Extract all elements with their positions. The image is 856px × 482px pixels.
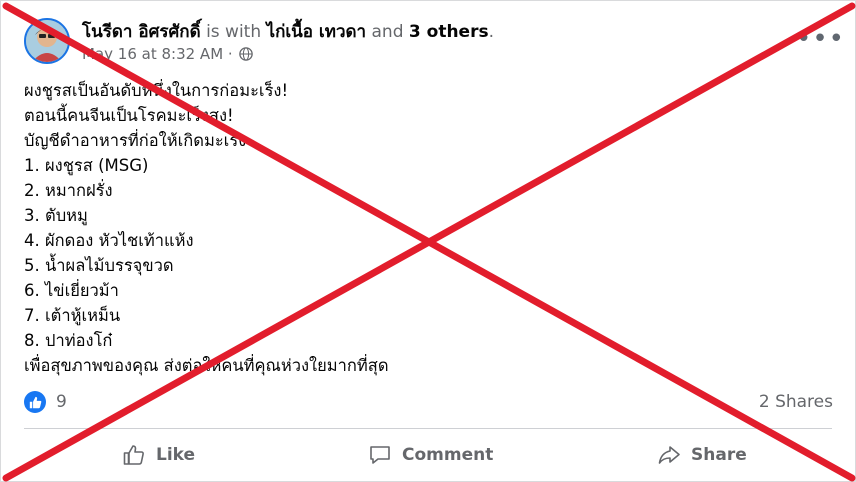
like-button[interactable]: Like <box>122 440 195 470</box>
post-meta: May 16 at 8:32 AM · <box>82 45 253 63</box>
share-icon <box>658 446 680 464</box>
others-link[interactable]: 3 others <box>409 22 489 42</box>
like-reaction-icon[interactable] <box>24 391 46 413</box>
post-line: 3. ตับหมู <box>24 206 88 225</box>
author-name-link[interactable]: โนรีดา อิศรศักดิ์ <box>82 22 201 42</box>
comment-icon <box>370 446 390 464</box>
post-header: โนรีดา อิศรศักดิ์ is with ไก่เนื้อ เทวดา… <box>82 18 494 45</box>
and-label: and <box>371 22 404 42</box>
more-options-icon[interactable]: ••• <box>796 26 845 52</box>
post-line: 6. ไข่เยี่ยวม้า <box>24 281 119 300</box>
like-label: Like <box>156 445 196 465</box>
comment-label: Comment <box>402 445 494 465</box>
shares-count[interactable]: 2 Shares <box>759 392 833 412</box>
divider <box>24 428 832 429</box>
post-line: 8. ปาท่องโก๋ <box>24 331 113 350</box>
tagged-person-link[interactable]: ไก่เนื้อ เทวดา <box>267 22 367 42</box>
timestamp-link[interactable]: May 16 at 8:32 AM · <box>82 45 233 63</box>
post-body: ผงชูรสเป็นอันดับหนึ่งในการก่อมะเร็ง! ตอน… <box>24 78 824 378</box>
globe-icon[interactable] <box>238 47 253 61</box>
post-line: ตอนนี้คนจีนเป็นโรคมะเร็งสูง! <box>24 106 234 125</box>
post-line: 4. ผักดอง หัวไชเท้าแห้ง <box>24 231 194 250</box>
reaction-count[interactable]: 9 <box>56 392 67 412</box>
thumbs-up-icon <box>29 396 41 408</box>
post-line: 2. หมากฝรั่ง <box>24 181 113 200</box>
post-line: 7. เต้าหู้เหม็น <box>24 306 121 325</box>
post-line: ผงชูรสเป็นอันดับหนึ่งในการก่อมะเร็ง! <box>24 81 289 100</box>
thumbs-up-icon <box>123 445 144 465</box>
with-label: is with <box>206 22 262 42</box>
author-avatar[interactable] <box>24 18 70 64</box>
share-label: Share <box>691 445 747 465</box>
comment-button[interactable]: Comment <box>368 440 493 470</box>
post-line: เพื่อสุขภาพของคุณ ส่งต่อให้คนที่คุณห่วงใ… <box>24 356 389 375</box>
period: . <box>488 22 494 42</box>
post-line: 1. ผงชูรส (MSG) <box>24 156 149 175</box>
post-line: บัญชีดำอาหารที่ก่อให้เกิดมะเร็ง <box>24 131 247 150</box>
avatar-photo <box>26 20 68 62</box>
post-line: 5. น้ำผลไม้บรรจุขวด <box>24 256 174 275</box>
share-button[interactable]: Share <box>657 440 747 470</box>
